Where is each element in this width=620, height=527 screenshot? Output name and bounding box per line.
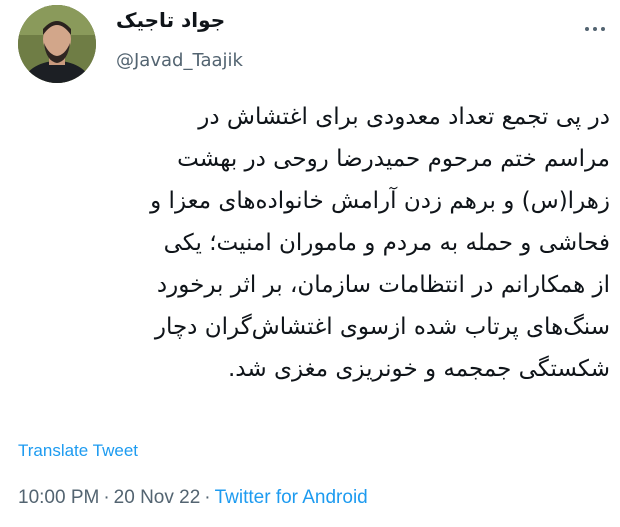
tweet-date[interactable]: 20 Nov 22 [114,487,201,508]
tweet-source-link[interactable]: Twitter for Android [215,487,368,508]
author-handle[interactable]: @Javad_Taajik [116,50,243,71]
separator-dot: · [103,487,110,508]
avatar-photo [18,5,96,83]
tweet-text: در پی تجمع تعداد معدودی برای اغتشاش در م… [20,96,610,390]
tweet-text-line: مراسم ختم مرحوم حمیدرضا روحی در بهشت [177,146,610,172]
tweet-text-line: سنگ‌های پرتاب شده ازسوی اغتشاش‌گران دچار [154,314,610,340]
avatar[interactable] [18,5,96,83]
more-horizontal-icon [583,27,607,31]
tweet-time[interactable]: 10:00 PM [18,487,99,508]
translate-tweet-link[interactable]: Translate Tweet [18,441,138,461]
separator-dot: · [204,487,211,508]
tweet-text-line: از همکارانم در انتظامات سازمان، بر اثر ب… [156,272,610,298]
tweet-text-line: شکستگی جمجمه و خونریزی مغزی شد. [227,356,610,382]
tweet-text-line: فحاشی و حمله به مردم و ماموران امنیت؛ یک… [163,230,610,256]
tweet-card: جواد تاجیک @Javad_Taajik در پی تجمع تعدا… [0,0,620,527]
author-display-name[interactable]: جواد تاجیک [116,8,225,32]
tweet-metadata: 10:00 PM · 20 Nov 22 · Twitter for Android [18,487,368,509]
tweet-text-line: زهرا(س) و برهم زدن آرامش خانواده‌های معز… [150,188,610,214]
more-options-button[interactable] [580,14,610,44]
tweet-text-line: در پی تجمع تعداد معدودی برای اغتشاش در [198,104,610,130]
